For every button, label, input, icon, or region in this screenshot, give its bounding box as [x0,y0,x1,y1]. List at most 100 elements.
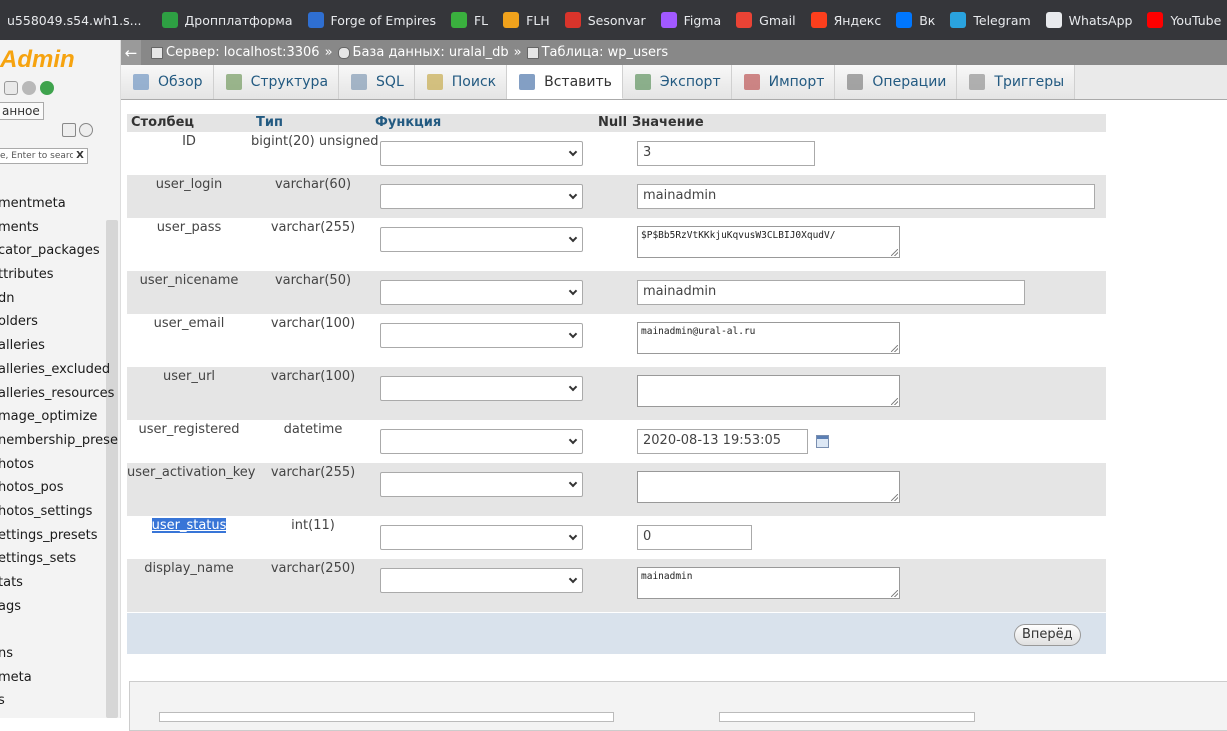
gear-icon[interactable] [22,81,36,95]
nav-table-item[interactable]: cator_packages [0,239,118,263]
breadcrumb-server[interactable]: Сервер: localhost:3306 [166,45,320,60]
nav-table-item[interactable]: mage_optimize [0,405,118,429]
value-input[interactable]: mainadmin [637,280,1025,305]
bookmark-item[interactable]: YouTube [1147,12,1221,28]
field-name: user_activation_key [127,465,256,480]
bookmark-item[interactable]: u558049.s54.wh1.s... [7,13,142,28]
nav-table-item[interactable]: ttributes [0,263,118,287]
nav-table-item[interactable]: mentmeta [0,192,118,216]
docs-icon[interactable] [4,81,18,95]
nav-table-item[interactable]: ettings_sets [0,547,118,571]
bookmark-item[interactable]: Figma [660,12,721,28]
function-select[interactable] [380,184,583,209]
nav-table-item[interactable]: alleries [0,334,118,358]
triggers-icon [969,74,986,90]
insert-options-panel [129,681,1227,731]
tab-sql[interactable]: SQL [339,65,415,99]
bookmark-item[interactable]: WhatsApp [1045,12,1132,28]
link-icon[interactable] [79,123,93,137]
filter-clear-button[interactable]: X [73,149,87,163]
browse-icon [133,74,149,90]
nav-table-item[interactable]: alleries_excluded [0,358,118,382]
tab-label: Операции [872,74,947,90]
structure-icon [225,74,242,90]
tree-controls [62,123,93,137]
nav-table-item[interactable]: dn [0,287,118,311]
value-textarea[interactable]: mainadmin@ural-al.ru [637,322,900,354]
phpmyadmin-logo[interactable]: Admin [0,46,75,74]
value-datetime-input[interactable]: 2020-08-13 19:53:05 [637,429,808,454]
tab-export[interactable]: Экспорт [622,65,732,99]
tab-triggers[interactable]: Триггеры [957,65,1076,99]
value-textarea[interactable]: mainadmin [637,567,900,599]
nav-table-item[interactable]: hotos_pos [0,476,118,500]
nav-table-item[interactable]: hotos [0,453,118,477]
nav-table-item[interactable]: nembership_prese [0,429,118,453]
value-input[interactable]: mainadmin [637,184,1095,209]
nav-table-item[interactable]: alleries_resources [0,382,118,406]
go-button[interactable]: Вперёд [1014,624,1081,646]
function-select[interactable] [380,227,583,252]
function-select[interactable] [380,429,583,454]
bookmark-item[interactable]: Sesonvar [564,12,646,28]
nav-table-item[interactable]: s [0,689,118,713]
field-name: user_pass [127,220,251,235]
bookmark-item[interactable]: Forge of Empires [307,12,436,28]
tab-search[interactable]: Поиск [414,65,508,99]
field-row: user_status int(11) 0 [127,516,1106,559]
nav-table-item[interactable]: tats [0,571,118,595]
bookmark-item[interactable]: FLH [503,12,550,28]
tab-import[interactable]: Импорт [731,65,836,99]
nav-table-item[interactable]: ns [0,642,118,666]
function-select[interactable] [380,568,583,593]
header-function[interactable]: Функция [375,115,441,130]
reload-icon[interactable] [40,81,54,95]
nav-toolbar [4,81,54,95]
nav-table-item[interactable]: ags [0,595,118,619]
value-textarea[interactable]: $P$Bb5RzVtKKkjuKqvusW3CLBIJ0XqudV/ [637,226,900,258]
tab-browse[interactable]: Обзор [121,65,214,99]
bookmark-item[interactable]: Вк [896,12,935,28]
recent-tab[interactable]: анное [0,102,44,120]
bookmark-item[interactable]: Gmail [736,12,796,28]
tab-wrench[interactable]: Операции [835,65,958,99]
function-select[interactable] [380,472,583,497]
bookmark-item[interactable]: FL [450,12,488,28]
chevron-down-icon [568,147,578,157]
tab-insert[interactable]: Вставить [507,65,623,99]
function-select[interactable] [380,376,583,401]
tab-structure[interactable]: Структура [213,65,340,99]
value-input[interactable]: 0 [637,525,752,550]
calendar-icon[interactable] [816,435,829,448]
field-type: varchar(60) [274,177,352,192]
function-select[interactable] [380,525,583,550]
function-select[interactable] [380,280,583,305]
nav-table-item[interactable]: olders [0,310,118,334]
function-select[interactable] [380,323,583,348]
nav-table-item[interactable]: ments [0,216,118,240]
breadcrumb-table[interactable]: Таблица: wp_users [542,45,669,60]
insert-option-select[interactable] [719,712,975,722]
search-icon [426,74,443,90]
insert-option-select[interactable] [159,712,614,722]
value-textarea[interactable] [637,471,900,503]
header-type[interactable]: Тип [256,115,283,130]
bookmark-item[interactable]: Telegram [950,12,1031,28]
wrench-icon [847,74,864,90]
value-textarea[interactable] [637,375,900,407]
function-select[interactable] [380,141,583,166]
nav-table-item[interactable]: ettings_presets [0,524,118,548]
tab-label: Обзор [158,74,203,90]
collapse-all-icon[interactable] [62,123,76,137]
bookmark-item[interactable]: Дропплатформа [161,12,293,28]
breadcrumb-database[interactable]: База данных: uralal_db [353,45,509,60]
nav-table-item[interactable]: meta [0,666,118,690]
bookmark-item[interactable]: Яндекс [810,12,881,28]
value-input[interactable]: 3 [637,141,815,166]
chevron-down-icon [568,329,578,339]
nav-table-item[interactable] [0,618,118,642]
breadcrumb: ← Сервер: localhost:3306 » База данных: … [121,40,1227,65]
field-type: varchar(50) [274,273,352,288]
nav-table-item[interactable]: hotos_settings [0,500,118,524]
back-arrow-icon[interactable]: ← [121,40,141,65]
